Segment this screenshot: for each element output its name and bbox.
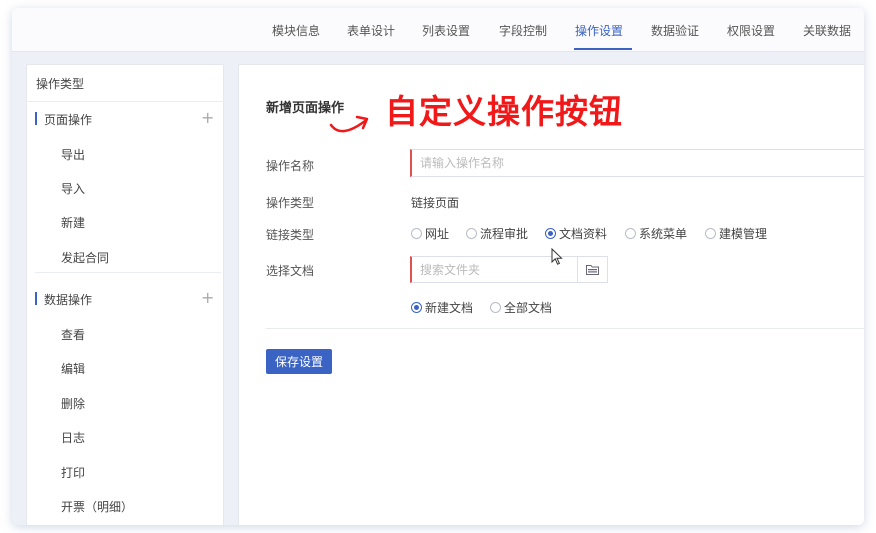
save-settings-button[interactable]: 保存设置: [266, 349, 332, 374]
radio-checked-icon: [545, 228, 556, 239]
sidebar-item-delete[interactable]: 删除: [61, 395, 85, 412]
top-tab-bar: 模块信息 表单设计 列表设置 字段控制 操作设置 数据验证 权限设置 关联数据: [12, 8, 864, 52]
sidebar-item-invoice-detail[interactable]: 开票（明细）: [61, 498, 133, 515]
plus-icon[interactable]: +: [201, 290, 214, 306]
divider: [35, 272, 221, 273]
radio-all-documents[interactable]: 全部文档: [490, 299, 552, 316]
tab-field-control[interactable]: 字段控制: [499, 22, 547, 39]
annotation-label: 自定义操作按钮: [385, 92, 623, 131]
radio-documents[interactable]: 文档资料: [545, 225, 607, 242]
tab-operation-settings[interactable]: 操作设置: [575, 22, 623, 39]
radio-icon: [705, 228, 716, 239]
tab-data-validation[interactable]: 数据验证: [651, 22, 699, 39]
radio-modeling-management[interactable]: 建模管理: [705, 225, 767, 242]
operation-form-panel: 新增页面操作 自定义操作按钮 操作名称 操作类型 链接页面 链接类型 网址 流程…: [238, 64, 864, 525]
tab-form-design[interactable]: 表单设计: [347, 22, 395, 39]
divider: [27, 101, 225, 102]
tab-related-data[interactable]: 关联数据: [803, 22, 851, 39]
operation-type-label: 操作类型: [266, 196, 315, 210]
link-type-label: 链接类型: [266, 228, 315, 242]
operation-name-label: 操作名称: [266, 159, 315, 173]
sidebar-group-data-operations[interactable]: 数据操作: [35, 291, 92, 308]
folder-browse-button[interactable]: [577, 257, 607, 282]
radio-icon: [466, 228, 477, 239]
mouse-cursor-icon: [551, 248, 563, 265]
sidebar-item-log[interactable]: 日志: [61, 429, 85, 446]
radio-workflow-approval[interactable]: 流程审批: [466, 225, 528, 242]
tab-module-info[interactable]: 模块信息: [272, 22, 320, 39]
plus-icon[interactable]: +: [201, 110, 214, 126]
sidebar-title: 操作类型: [36, 77, 85, 91]
radio-icon: [411, 228, 422, 239]
operation-type-sidebar: 操作类型 页面操作 + 导出 导入 新建 发起合同 数据操作 + 查看 编辑 删…: [26, 64, 225, 525]
sidebar-item-new[interactable]: 新建: [61, 214, 85, 231]
active-tab-indicator: [574, 48, 632, 50]
operation-name-input[interactable]: [410, 149, 864, 177]
sidebar-item-edit[interactable]: 编辑: [61, 360, 85, 377]
tab-permission-settings[interactable]: 权限设置: [727, 22, 775, 39]
folder-search-box: [410, 256, 608, 283]
radio-new-document[interactable]: 新建文档: [411, 299, 473, 316]
sidebar-item-print[interactable]: 打印: [61, 464, 85, 481]
tab-list-settings[interactable]: 列表设置: [422, 22, 470, 39]
radio-checked-icon: [411, 302, 422, 313]
radio-icon: [490, 302, 501, 313]
radio-icon: [625, 228, 636, 239]
sidebar-item-view[interactable]: 查看: [61, 326, 85, 343]
radio-url[interactable]: 网址: [411, 225, 449, 242]
sidebar-group-page-operations[interactable]: 页面操作: [35, 111, 92, 128]
folder-icon: [586, 265, 599, 275]
divider: [266, 328, 864, 329]
sidebar-item-start-contract[interactable]: 发起合同: [61, 249, 109, 266]
select-document-label: 选择文档: [266, 264, 315, 278]
sidebar-item-import[interactable]: 导入: [61, 180, 85, 197]
sidebar-item-export[interactable]: 导出: [61, 146, 85, 163]
annotation-arrow-icon: [329, 115, 369, 133]
app-window: 模块信息 表单设计 列表设置 字段控制 操作设置 数据验证 权限设置 关联数据 …: [12, 8, 864, 525]
radio-system-menu[interactable]: 系统菜单: [625, 225, 687, 242]
operation-type-value: 链接页面: [411, 196, 460, 210]
